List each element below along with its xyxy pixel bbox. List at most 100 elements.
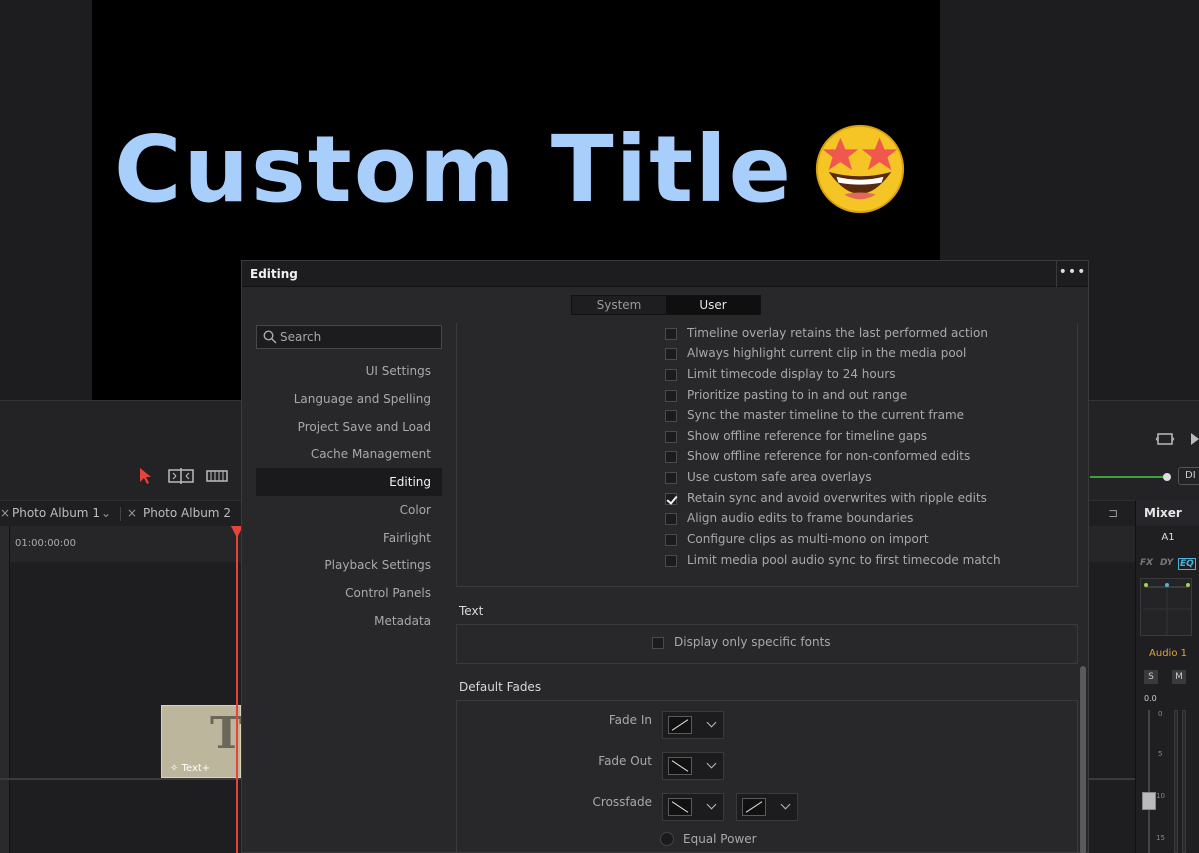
nav-editing[interactable]: Editing xyxy=(256,468,442,496)
option-label: Configure clips as multi-mono on import xyxy=(687,532,929,546)
default-fades-panel: Fade In Fade Out Crossfade Equal Power xyxy=(456,700,1078,853)
tab-photo-album-2[interactable]: Photo Album 2 xyxy=(143,506,231,520)
search-input[interactable]: Search xyxy=(256,325,442,349)
fade-out-select[interactable] xyxy=(662,752,724,780)
fade-in-label: Fade In xyxy=(608,713,652,727)
checkbox[interactable] xyxy=(665,431,677,443)
editing-options-panel: Timeline overlay retains the last perfor… xyxy=(456,323,1078,587)
solo-button[interactable]: S xyxy=(1144,670,1158,684)
checkbox[interactable] xyxy=(665,369,677,381)
fade-in-select[interactable] xyxy=(662,711,724,739)
checkbox[interactable] xyxy=(665,328,677,340)
dynamics-button[interactable]: DY xyxy=(1160,558,1173,568)
option-label: Timeline overlay retains the last perfor… xyxy=(687,326,988,340)
fx-button[interactable]: FX xyxy=(1140,558,1153,568)
dim-button[interactable]: DI xyxy=(1178,467,1199,485)
star-struck-emoji-icon xyxy=(815,124,905,214)
nav-project-save-and-load[interactable]: Project Save and Load xyxy=(256,413,442,441)
tab-system[interactable]: System xyxy=(572,296,666,314)
checkbox[interactable] xyxy=(652,637,664,649)
nav-color[interactable]: Color xyxy=(256,496,442,524)
mixer-title: Mixer xyxy=(1136,500,1199,526)
option-label: Use custom safe area overlays xyxy=(687,470,872,484)
text-plus-clip[interactable]: T ✧ Text+ xyxy=(161,705,243,778)
track-name: Audio 1 xyxy=(1149,648,1187,659)
dialog-title: Editing xyxy=(250,267,298,281)
nav-cache-management[interactable]: Cache Management xyxy=(256,440,442,468)
timecode-label: 01:00:00:00 xyxy=(15,538,77,549)
mute-button[interactable]: M xyxy=(1172,670,1186,684)
option-label: Show offline reference for timeline gaps xyxy=(687,429,928,443)
playhead[interactable] xyxy=(236,526,238,853)
equal-power-radio[interactable] xyxy=(660,832,674,846)
tab-user[interactable]: User xyxy=(666,296,760,314)
chevron-down-icon xyxy=(706,799,717,810)
checkbox[interactable] xyxy=(665,348,677,360)
default-fades-heading: Default Fades xyxy=(459,680,542,694)
option-label: Prioritize pasting to in and out range xyxy=(687,388,908,402)
eq-curve-icon xyxy=(1143,583,1191,635)
track-header-column xyxy=(0,526,10,853)
checkbox[interactable] xyxy=(665,555,677,567)
system-user-toggle: System User xyxy=(571,295,761,315)
text-section-heading: Text xyxy=(459,604,484,618)
nav-ui-settings[interactable]: UI Settings xyxy=(256,357,442,385)
fade-out-label: Fade Out xyxy=(598,754,652,768)
meter-scale-5: 5 xyxy=(1158,750,1163,758)
viewer-mode-icon[interactable] xyxy=(1155,431,1175,447)
checkbox[interactable] xyxy=(665,472,677,484)
trim-tool-icon[interactable] xyxy=(168,467,194,485)
tab-photo-album-1[interactable]: Photo Album 1 xyxy=(12,506,100,520)
chevron-down-icon xyxy=(706,758,717,769)
zoom-slider-handle[interactable] xyxy=(1163,473,1171,481)
settings-scrollbar[interactable] xyxy=(1080,666,1086,853)
chevron-down-icon[interactable]: ⌄ xyxy=(101,506,111,520)
zoom-slider[interactable] xyxy=(1090,476,1170,478)
meter-scale-0: 0 xyxy=(1158,710,1163,718)
chevron-down-icon xyxy=(780,799,791,810)
tab-close-icon[interactable]: × xyxy=(0,506,10,520)
search-placeholder: Search xyxy=(280,330,322,344)
more-options-icon[interactable]: ••• xyxy=(1056,261,1088,287)
app-window: Custom Title DI × Photo Album 1 ⌄ × Phot… xyxy=(0,0,1199,853)
nav-fairlight[interactable]: Fairlight xyxy=(256,524,442,552)
eq-button[interactable]: EQ xyxy=(1178,558,1196,570)
search-icon xyxy=(263,330,277,344)
crossfade-out-select[interactable] xyxy=(662,793,724,821)
fade-in-curve-icon xyxy=(742,798,766,816)
nav-control-panels[interactable]: Control Panels xyxy=(256,579,442,607)
add-track-icon[interactable]: ⊐ xyxy=(1108,506,1118,520)
nav-language-and-spelling[interactable]: Language and Spelling xyxy=(256,385,442,413)
tab-close-icon[interactable]: × xyxy=(127,506,137,520)
crossfade-in-select[interactable] xyxy=(736,793,798,821)
checkbox-checked[interactable] xyxy=(665,493,677,505)
option-label: Limit timecode display to 24 hours xyxy=(687,367,896,381)
nav-metadata[interactable]: Metadata xyxy=(256,607,442,635)
clip-label: ✧ Text+ xyxy=(170,763,210,774)
nav-playback-settings[interactable]: Playback Settings xyxy=(256,551,442,579)
fader-handle[interactable] xyxy=(1142,792,1156,810)
option-label: Sync the master timeline to the current … xyxy=(687,408,965,422)
dialog-titlebar[interactable]: Editing ••• xyxy=(242,261,1088,287)
sparkle-icon: ✧ xyxy=(170,763,182,774)
selection-tool-icon[interactable] xyxy=(138,467,152,485)
fade-out-curve-icon xyxy=(668,798,692,816)
preferences-dialog: Editing ••• System User Search UI Settin… xyxy=(241,260,1089,853)
checkbox[interactable] xyxy=(665,390,677,402)
fade-in-curve-icon xyxy=(668,716,692,734)
viewer-margin-left xyxy=(0,0,92,400)
option-label: Limit media pool audio sync to first tim… xyxy=(687,553,1001,567)
checkbox[interactable] xyxy=(665,451,677,463)
level-meter xyxy=(1174,710,1178,853)
play-icon[interactable] xyxy=(1190,431,1199,447)
equal-power-label: Equal Power xyxy=(683,832,757,846)
blade-tool-icon[interactable] xyxy=(206,469,228,483)
checkbox[interactable] xyxy=(665,534,677,546)
option-label: Show offline reference for non-conformed… xyxy=(687,449,971,463)
checkbox[interactable] xyxy=(665,410,677,422)
checkbox[interactable] xyxy=(665,513,677,525)
eq-graph[interactable] xyxy=(1140,578,1192,636)
text-options-panel: Display only specific fonts xyxy=(456,624,1078,664)
option-label: Display only specific fonts xyxy=(674,635,831,649)
fade-out-curve-icon xyxy=(668,757,692,775)
